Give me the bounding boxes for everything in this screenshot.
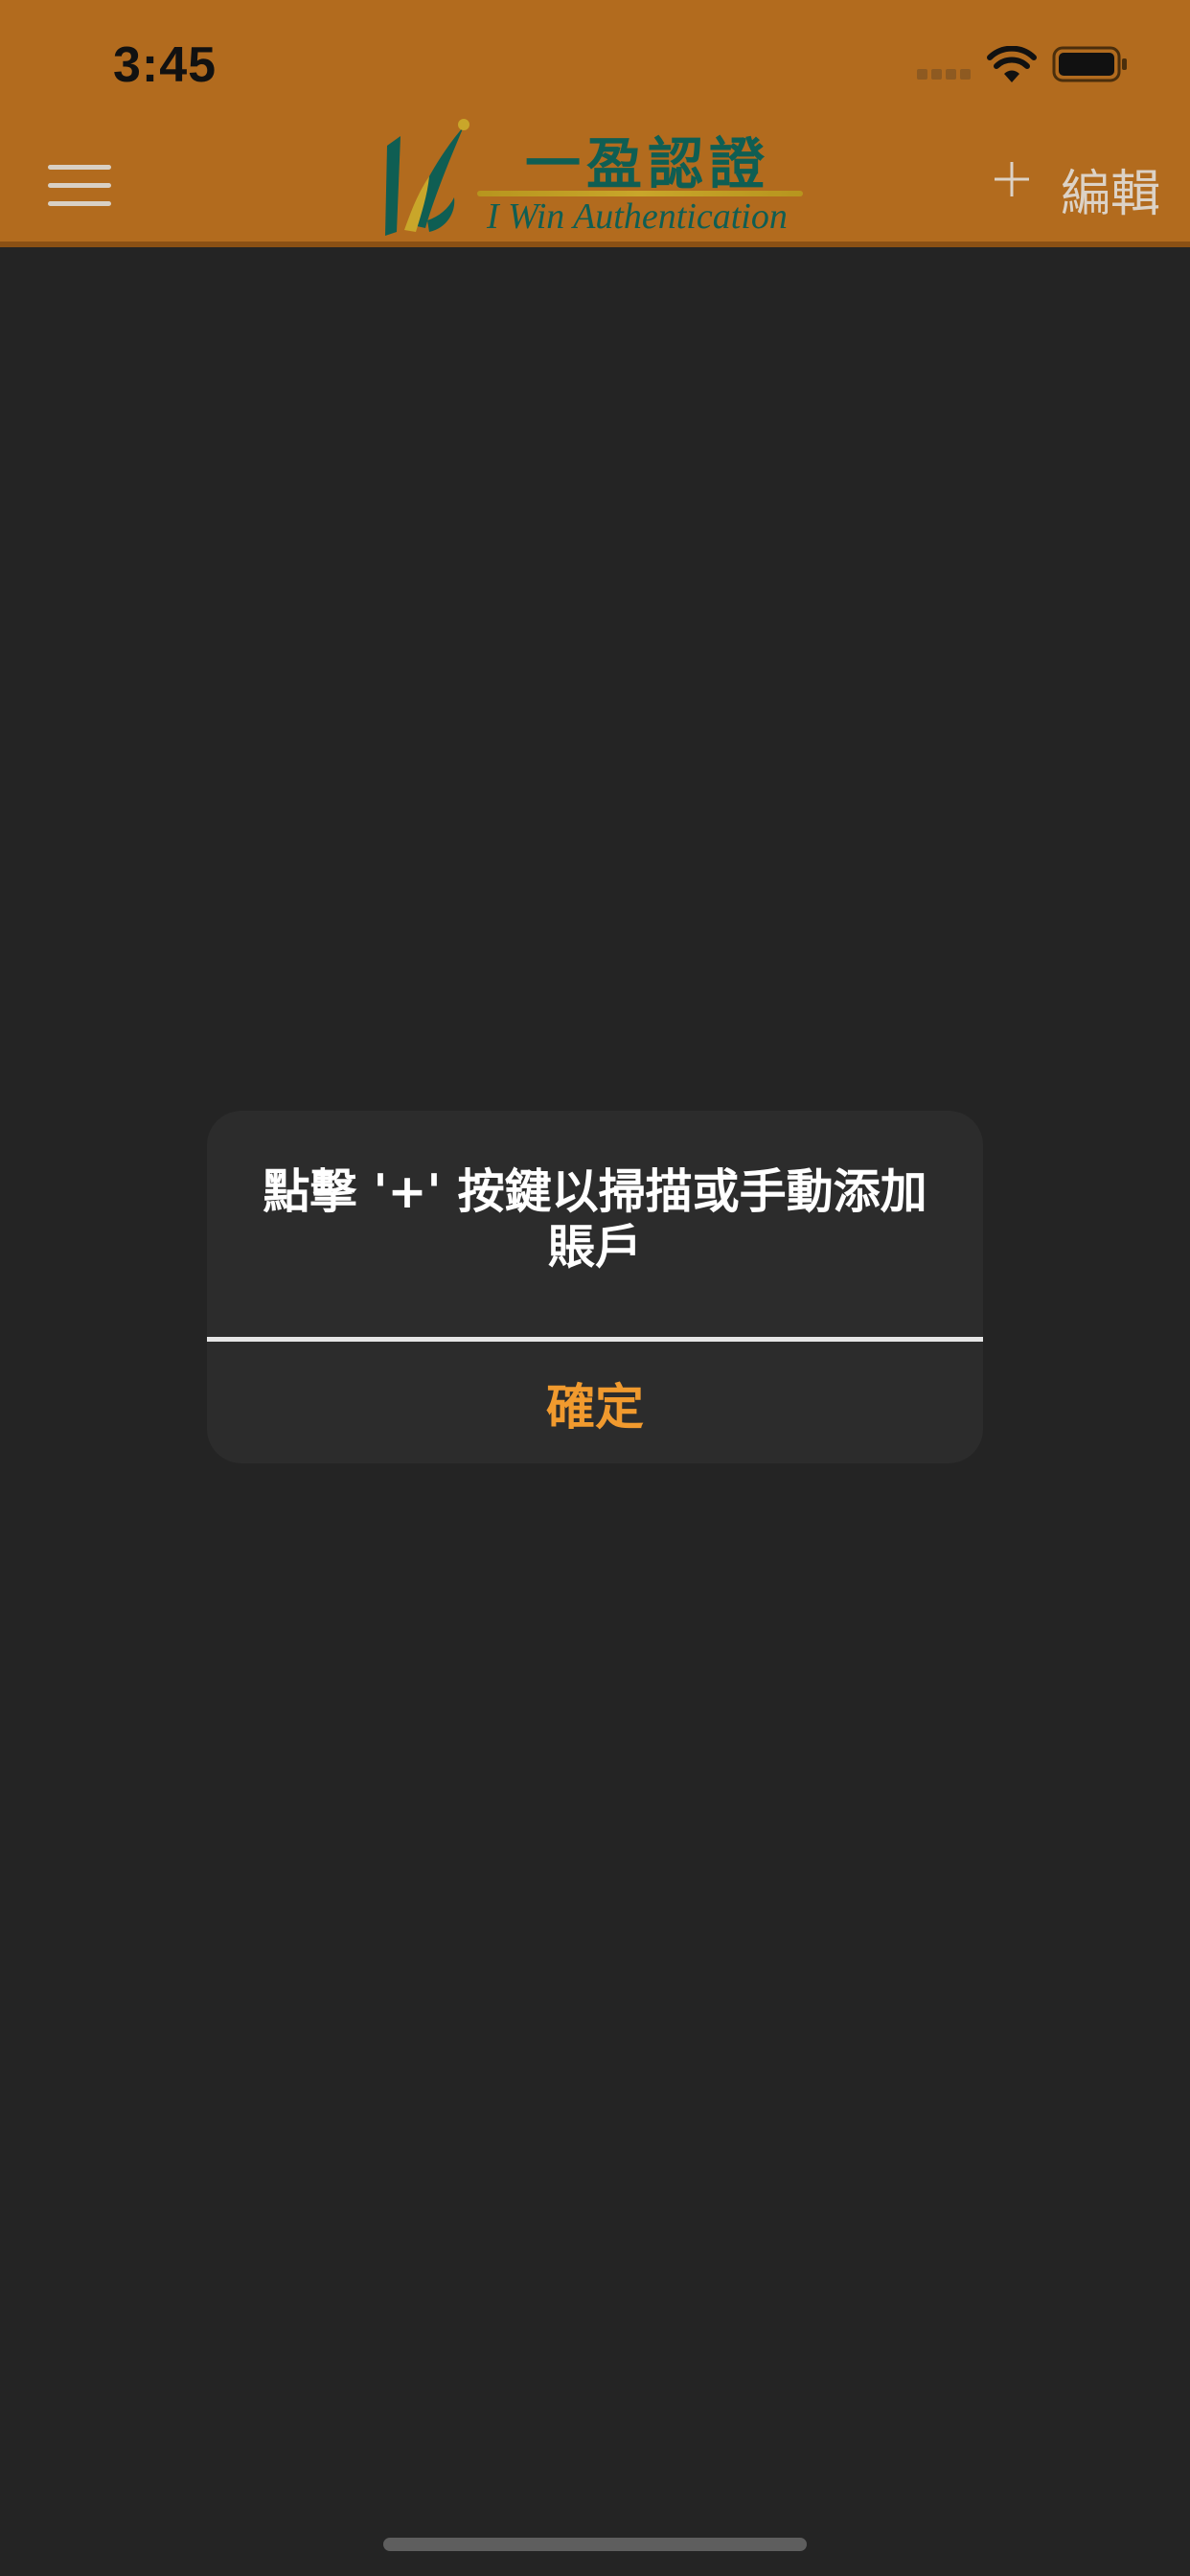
alert-dialog: 點擊 '+' 按鍵以掃描或手動添加 賬戶 確定	[207, 1111, 983, 1463]
home-indicator[interactable]	[383, 2538, 807, 2551]
battery-icon	[1052, 46, 1127, 82]
confirm-button[interactable]: 確定	[207, 1342, 983, 1463]
status-time: 3:45	[113, 37, 217, 93]
signal-icon	[917, 69, 971, 82]
edit-button[interactable]: 編輯	[1061, 153, 1160, 225]
alert-message-line-2: 賬戶	[547, 1220, 642, 1275]
app-screen: 3:45 一盈認證 I Win Authentication 編輯 點擊 '+'…	[0, 0, 1190, 2576]
hamburger-menu-icon	[48, 165, 111, 170]
logo-title-cn: 一盈認證	[525, 131, 771, 196]
top-bar: 3:45 一盈認證 I Win Authentication 編輯	[0, 0, 1190, 247]
plus-icon[interactable]	[991, 158, 1033, 200]
alert-message: 點擊 '+' 按鍵以掃描或手動添加 賬戶	[245, 1164, 945, 1276]
logo-mark-icon	[385, 119, 469, 236]
wifi-icon	[987, 46, 1037, 82]
app-logo: 一盈認證 I Win Authentication	[379, 117, 807, 243]
menu-button[interactable]	[48, 165, 111, 207]
logo-title-en: I Win Authentication	[487, 196, 788, 237]
alert-message-line-1: 點擊 '+' 按鍵以掃描或手動添加	[263, 1164, 927, 1219]
